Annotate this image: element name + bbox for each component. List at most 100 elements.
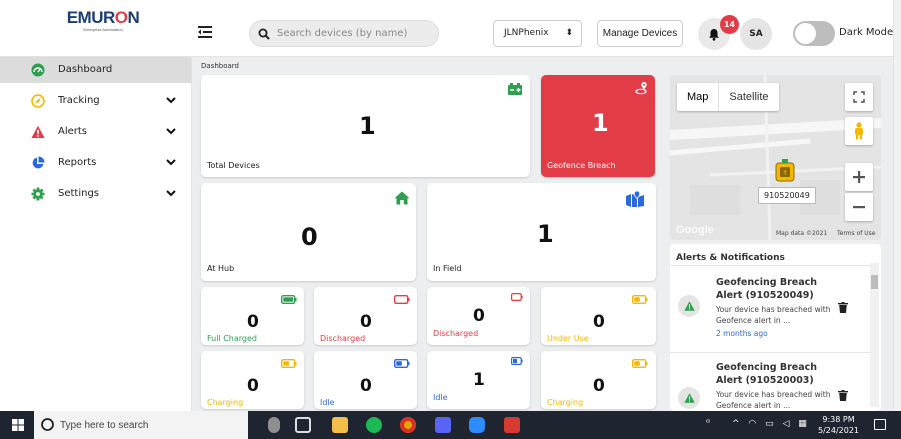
sidebar-item-tracking[interactable]: Tracking <box>0 88 191 114</box>
sidebar-item-label: Alerts <box>58 126 88 137</box>
zoom-in-button[interactable] <box>845 163 873 191</box>
battery-empty-icon <box>394 295 410 304</box>
tab-satellite[interactable]: Satellite <box>719 83 778 111</box>
toggle-knob <box>795 23 816 44</box>
tab-map[interactable]: Map <box>677 83 718 111</box>
page-scrollbar[interactable] <box>893 0 901 411</box>
trash-icon[interactable] <box>838 390 848 401</box>
top-header: EMURON Enterprise Automation JLNPhenix ⬍… <box>0 0 901 57</box>
pie-chart-icon <box>32 156 45 169</box>
task-view-icon[interactable] <box>295 417 311 433</box>
notifications-title: Alerts & Notifications <box>676 253 785 263</box>
sidebar-item-dashboard[interactable]: Dashboard <box>0 57 191 83</box>
battery-value: 0 <box>360 376 372 396</box>
battery-label: Discharged <box>320 334 366 343</box>
notification-title: Geofencing Breach Alert (910520003) <box>716 362 818 386</box>
battery-label: Charging <box>207 398 244 407</box>
at-hub-card[interactable]: 0 At Hub <box>201 183 416 281</box>
battery-label: Charging <box>547 398 584 407</box>
taskbar-search[interactable]: Type here to search <box>34 411 248 439</box>
in-field-card[interactable]: 1 In Field <box>427 183 656 281</box>
taskbar-clock[interactable]: 9:38 PM 5/24/2021 <box>818 414 859 436</box>
battery-label: Full Charged <box>207 334 258 343</box>
google-logo: Google <box>676 224 714 236</box>
microphone-icon[interactable] <box>268 417 280 433</box>
device-map[interactable]: Map Satellite ₹ 910520049 Google Map dat… <box>670 75 881 240</box>
chrome-icon[interactable] <box>400 417 416 433</box>
pegman-icon <box>855 122 863 140</box>
scrollbar-thumb[interactable] <box>871 275 878 289</box>
street-view-button[interactable] <box>845 117 873 145</box>
sidebar-item-label: Reports <box>58 157 97 168</box>
user-select-value: JLNPhenix <box>504 28 549 38</box>
sidebar-item-alerts[interactable]: Alerts <box>0 119 191 145</box>
breadcrumb: Dashboard <box>201 62 239 70</box>
total-devices-value: 1 <box>359 112 376 140</box>
windows-start-icon[interactable] <box>12 419 24 431</box>
battery-card-charging[interactable]: 0 Charging <box>201 351 304 409</box>
chevron-down-icon[interactable] <box>165 125 177 137</box>
chevron-down-icon[interactable] <box>165 94 177 106</box>
in-field-value: 1 <box>537 220 554 248</box>
battery-half-icon <box>511 357 523 365</box>
file-explorer-icon[interactable] <box>332 417 348 433</box>
map-pin-icon <box>626 191 644 207</box>
geofence-breach-label: Geofence Breach <box>547 161 616 170</box>
search-input[interactable] <box>277 28 427 39</box>
total-devices-card[interactable]: 1 Total Devices <box>201 75 530 177</box>
notifications-divider <box>670 265 870 266</box>
chevron-down-icon[interactable] <box>165 156 177 168</box>
battery-value: 0 <box>360 312 372 332</box>
terms-link[interactable]: Terms of Use <box>837 230 875 237</box>
notifications-scrollbar[interactable] <box>870 263 879 407</box>
manage-devices-button[interactable]: Manage Devices <box>597 20 683 47</box>
map-attribution: Map data ©2021 <box>776 230 828 237</box>
geofence-breach-card[interactable]: 1 Geofence Breach <box>541 75 655 177</box>
battery-card-charging-2[interactable]: 0 Charging <box>541 351 656 409</box>
zoom-icon[interactable] <box>469 417 485 433</box>
user-avatar[interactable]: SA <box>740 18 772 50</box>
dark-mode-toggle[interactable] <box>793 21 835 46</box>
battery-card-discharged[interactable]: 0 Discharged <box>314 287 417 345</box>
battery-card-full-charged[interactable]: 0 Full Charged <box>201 287 304 345</box>
discord-icon[interactable] <box>435 417 451 433</box>
svg-text:₹: ₹ <box>783 170 787 177</box>
zoom-out-button[interactable] <box>845 193 873 221</box>
brand-logo[interactable]: EMURON Enterprise Automation <box>66 9 140 33</box>
battery-card-discharged-2[interactable]: 0 Discharged <box>427 287 530 345</box>
sidebar-toggle-icon[interactable] <box>198 25 212 39</box>
battery-label: Idle <box>433 393 448 402</box>
people-icon[interactable]: ᵅ <box>706 418 710 429</box>
sidebar-divider <box>191 57 192 411</box>
device-marker-icon[interactable]: ₹ <box>774 159 796 183</box>
trash-icon[interactable] <box>838 302 848 313</box>
minus-icon <box>853 206 865 209</box>
system-tray-icons[interactable]: ^ ◠ ▭ ◁ ▦ <box>732 419 810 429</box>
at-hub-value: 0 <box>301 223 318 251</box>
app-icon[interactable] <box>504 417 520 433</box>
battery-value: 0 <box>247 376 259 396</box>
sidebar: Dashboard Tracking Alerts Reports Settin… <box>0 57 191 411</box>
battery-label: Idle <box>320 398 335 407</box>
spotify-icon[interactable] <box>366 417 382 433</box>
battery-label: Discharged <box>433 329 479 338</box>
notification-item[interactable]: Geofencing Breach Alert (910520003) Your… <box>670 357 870 411</box>
battery-card-under-use[interactable]: 0 Under Use <box>541 287 656 345</box>
user-select[interactable]: JLNPhenix ⬍ <box>493 20 582 47</box>
bell-icon <box>709 28 719 41</box>
battery-value: 0 <box>247 312 259 332</box>
battery-card-idle[interactable]: 0 Idle <box>314 351 417 409</box>
chevron-down-icon[interactable] <box>165 187 177 199</box>
sidebar-item-reports[interactable]: Reports <box>0 150 191 176</box>
battery-card-idle-2[interactable]: 1 Idle <box>427 351 530 409</box>
sidebar-item-settings[interactable]: Settings <box>0 181 191 207</box>
warning-icon <box>683 301 695 311</box>
fullscreen-button[interactable] <box>845 83 873 111</box>
sidebar-item-label: Tracking <box>58 95 100 106</box>
action-center-icon[interactable] <box>874 419 886 430</box>
geofence-pin-icon <box>635 82 647 95</box>
sidebar-item-label: Dashboard <box>58 64 113 75</box>
notification-item[interactable]: Geofencing Breach Alert (910520049) Your… <box>670 272 870 352</box>
battery-value: 0 <box>593 376 605 396</box>
device-search[interactable] <box>249 20 439 47</box>
